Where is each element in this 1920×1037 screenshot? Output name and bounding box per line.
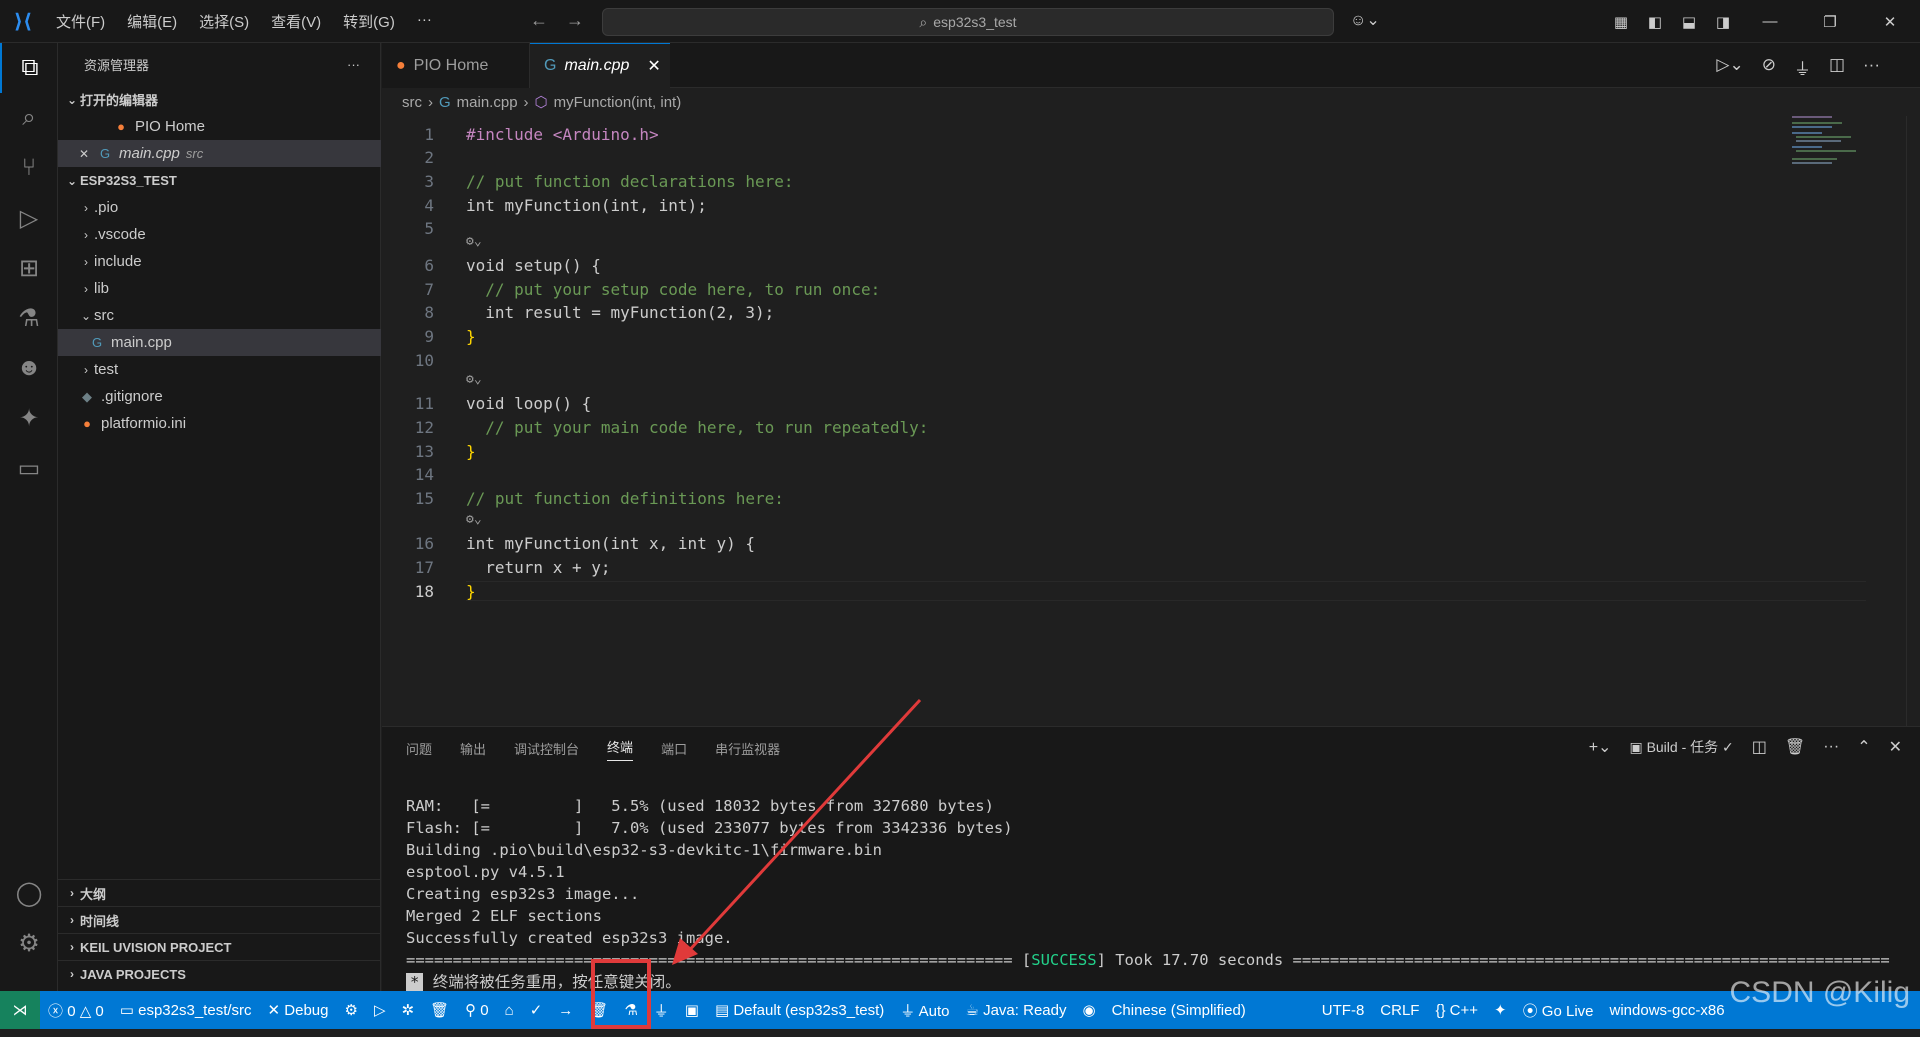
annotation-arrow-head	[672, 938, 698, 965]
annotation-overlay	[672, 698, 922, 965]
annotation-arrow-line	[683, 698, 922, 957]
annotation-highlight-box	[591, 959, 651, 1029]
watermark: CSDN @Kilig	[1729, 976, 1910, 1009]
